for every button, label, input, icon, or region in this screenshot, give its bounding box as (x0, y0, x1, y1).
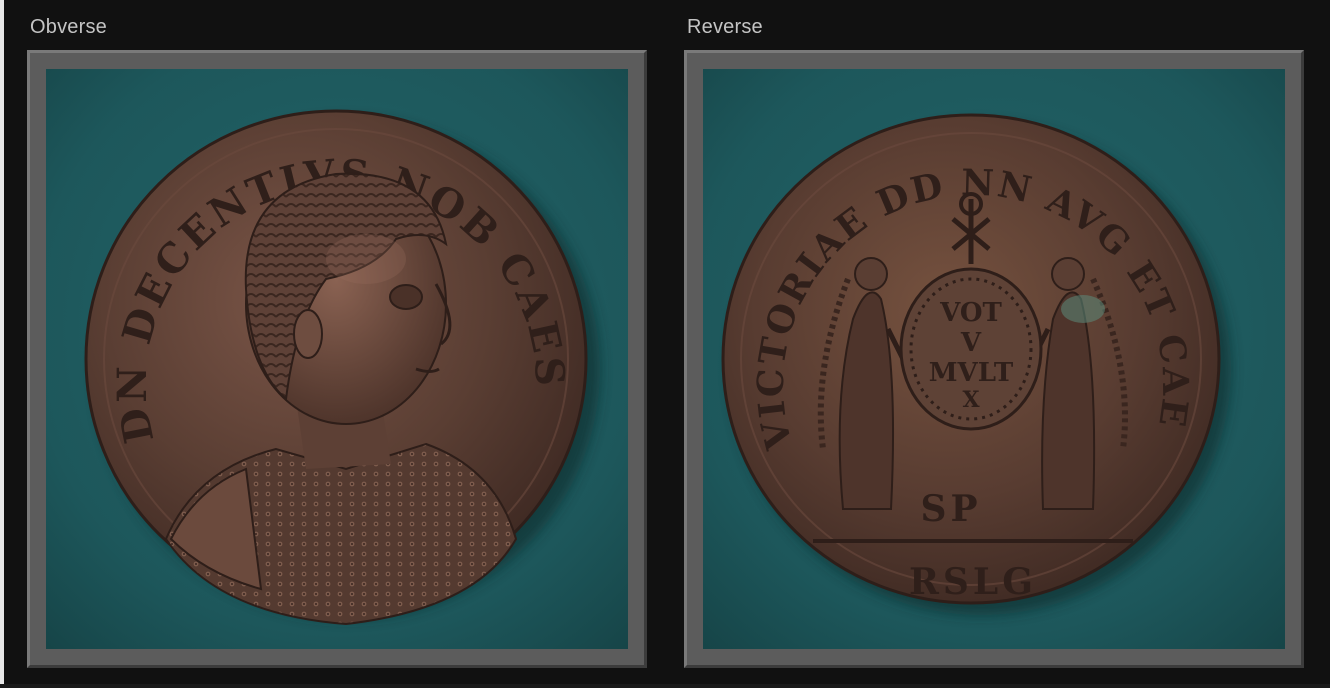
svg-text:VOT: VOT (939, 298, 1002, 328)
obverse-coin-image: DN DECENTIVS NOB CAES (46, 69, 628, 649)
reverse-photo[interactable]: VICTORIAE DD NN AVG ET CAE RSLG SP VOT V… (703, 69, 1285, 649)
svg-text:SP: SP (920, 488, 981, 530)
reverse-label: Reverse (687, 16, 763, 38)
svg-text:MVLT: MVLT (929, 358, 1014, 388)
svg-text:X: X (962, 387, 980, 413)
svg-text:V: V (960, 328, 982, 358)
reverse-coin-image: VICTORIAE DD NN AVG ET CAE RSLG SP VOT V… (703, 69, 1285, 649)
window-edge (0, 0, 4, 688)
reverse-frame: VICTORIAE DD NN AVG ET CAE RSLG SP VOT V… (684, 50, 1304, 668)
obverse-frame: DN DECENTIVS NOB CAES (27, 50, 647, 668)
obverse-label: Obverse (30, 16, 107, 38)
svg-text:RSLG: RSLG (909, 561, 1037, 603)
viewer-bottom-edge (0, 684, 1330, 688)
obverse-photo[interactable]: DN DECENTIVS NOB CAES (46, 69, 628, 649)
coin-image-viewer: Obverse DN DECENTIV NOB CAES Reverse VIC… (0, 0, 1330, 688)
